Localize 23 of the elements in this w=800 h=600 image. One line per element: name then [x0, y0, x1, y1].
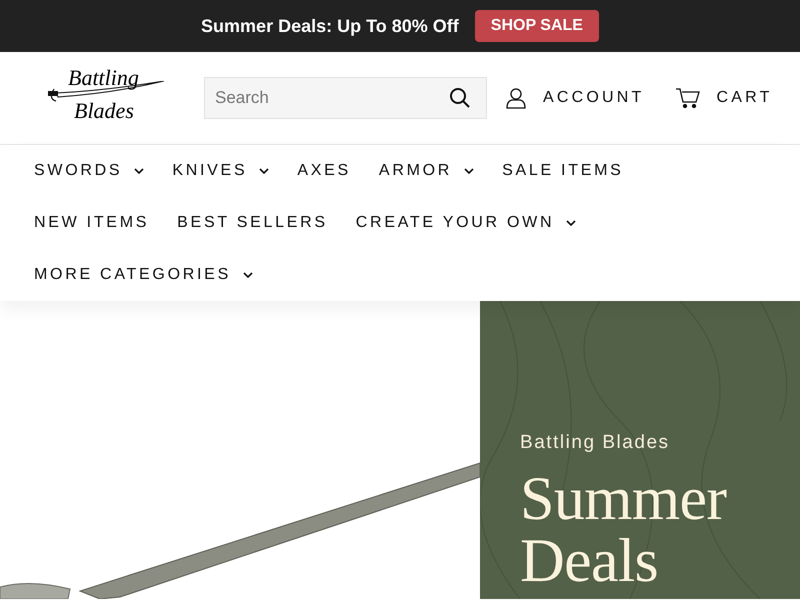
logo-text: Blades: [74, 100, 134, 122]
nav-link[interactable]: KNIVES: [172, 145, 270, 197]
cart-icon: [674, 87, 701, 109]
nav-link[interactable]: SWORDS: [34, 145, 144, 197]
nav-link[interactable]: NEW ITEMS: [34, 197, 150, 249]
hero-heading: Deals: [520, 530, 660, 592]
eyebrow-text: Battling Blades: [520, 431, 671, 455]
logo-text: Battling: [68, 67, 139, 89]
cart-link[interactable]: CART: [674, 86, 773, 110]
person-icon: [505, 87, 527, 109]
account-link[interactable]: ACCOUNT: [505, 86, 645, 110]
logo[interactable]: Battling Blades: [44, 67, 169, 129]
hero-heading: Summer: [520, 468, 728, 530]
nav-link[interactable]: ARMOR: [378, 145, 474, 197]
search-field[interactable]: Search: [204, 77, 487, 119]
nav-link[interactable]: SALE ITEMS: [502, 145, 624, 197]
nav-link[interactable]: MORE CATEGORIES: [34, 249, 253, 301]
nav-link[interactable]: BEST SELLERS: [177, 197, 328, 249]
nav-link[interactable]: AXES: [297, 145, 351, 197]
shop-sale-button[interactable]: SHOP SALE: [474, 10, 599, 42]
nav-link[interactable]: CREATE YOUR OWN: [356, 197, 576, 249]
search-icon[interactable]: [449, 87, 471, 109]
announcement-text: Summer Deals: Up To 80% Off: [201, 14, 459, 38]
